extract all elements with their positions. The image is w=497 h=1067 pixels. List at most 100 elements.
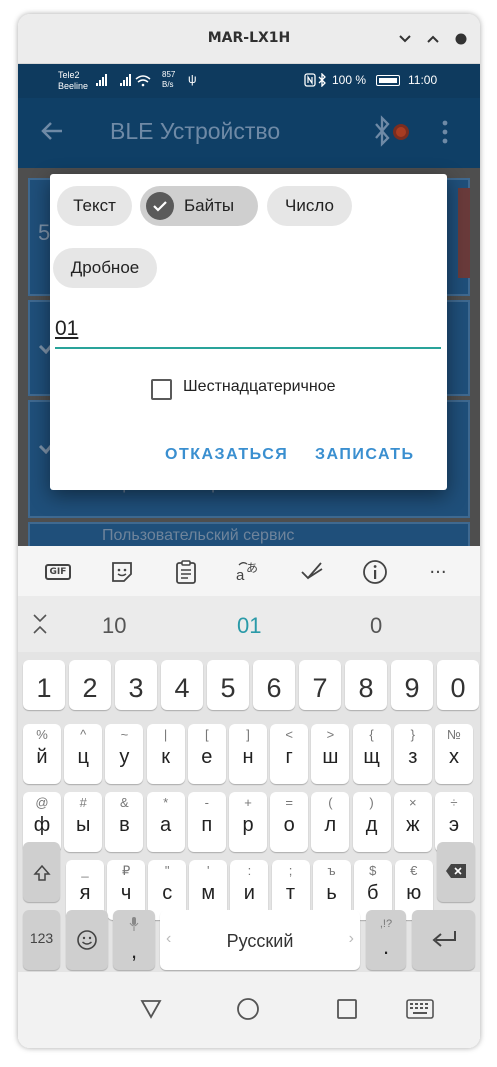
key-7[interactable]: 7 — [299, 660, 341, 710]
write-dialog: Текст Байты Число Дробное 01 Шестнадцате… — [50, 174, 447, 490]
space-key[interactable]: ‹ Русский › — [160, 910, 360, 970]
key-area: 1234567890 % й ^ ц ~ у | к[е] н < г > ш{щ} з № х @ ф # ы & в… — [18, 652, 480, 972]
chip-number[interactable]: Число — [267, 186, 352, 226]
suggestion-2[interactable]: 01 — [237, 613, 261, 639]
enter-key[interactable] — [412, 910, 475, 970]
key-д[interactable]: ) д — [352, 792, 391, 852]
back-nav-icon[interactable] — [136, 994, 166, 1024]
emoji-key[interactable] — [66, 910, 108, 970]
key-ц[interactable]: ^ ц — [64, 724, 103, 784]
key-label: 3 — [128, 673, 144, 703]
bluetooth-status-icon[interactable] — [370, 114, 416, 154]
shift-key[interactable] — [23, 842, 60, 902]
gif-icon[interactable]: GIF — [44, 558, 72, 586]
chevron-down-icon[interactable] — [394, 28, 416, 50]
window-titlebar: MAR-LX1H — [18, 14, 480, 64]
key-к[interactable]: | к — [146, 724, 185, 784]
key-label: 9 — [404, 673, 420, 703]
collapse-icon[interactable] — [32, 613, 48, 639]
comma-key[interactable]: , — [113, 910, 155, 970]
key-secondary-label: { — [369, 727, 374, 742]
key-г[interactable]: < г — [270, 724, 309, 784]
clock: 11:00 — [408, 73, 438, 87]
clipboard-icon[interactable] — [172, 558, 200, 586]
key-secondary-label: [ — [204, 727, 209, 742]
key-6[interactable]: 6 — [253, 660, 295, 710]
key-4[interactable]: 4 — [161, 660, 203, 710]
key-secondary-label: ÷ — [450, 795, 458, 810]
key-2[interactable]: 2 — [69, 660, 111, 710]
signal-icon — [96, 73, 154, 92]
backspace-key[interactable] — [437, 842, 475, 902]
key-0[interactable]: 0 — [437, 660, 479, 710]
key-secondary-label: × — [409, 795, 417, 810]
key-н[interactable]: ] н — [229, 724, 267, 784]
usb-icon: ψ — [188, 72, 197, 86]
key-п[interactable]: -п — [187, 792, 226, 852]
chip-bytes[interactable]: Байты — [140, 186, 258, 226]
chip-fraction[interactable]: Дробное — [53, 248, 157, 288]
suggestion-1[interactable]: 10 — [102, 613, 126, 639]
sticker-icon[interactable] — [108, 558, 136, 586]
key-о[interactable]: = о — [270, 792, 309, 852]
carrier-2: Beeline — [58, 81, 89, 91]
key-9[interactable]: 9 — [391, 660, 433, 710]
key-х[interactable]: № х — [435, 724, 473, 784]
translate-icon[interactable]: aあ — [234, 558, 262, 586]
key-з[interactable]: } з — [393, 724, 432, 784]
overflow-menu-icon[interactable] — [442, 120, 448, 148]
value-input[interactable]: 01 — [55, 313, 441, 349]
back-arrow-icon[interactable] — [40, 120, 64, 146]
key-label: 2 — [82, 673, 98, 703]
key-ш[interactable]: > ш — [311, 724, 350, 784]
more-icon[interactable]: ··· — [424, 558, 452, 586]
key-е[interactable]: [е — [187, 724, 226, 784]
card-value: 5 — [38, 220, 51, 245]
key-label: р — [242, 814, 254, 836]
key-secondary-label: ( — [328, 795, 333, 810]
key-а[interactable]: * а — [146, 792, 185, 852]
key-label: 4 — [174, 673, 190, 703]
key-8[interactable]: 8 — [345, 660, 387, 710]
key-й[interactable]: % й — [23, 724, 61, 784]
key-р[interactable]: + р — [229, 792, 267, 852]
key-у[interactable]: ~ у — [105, 724, 144, 784]
key-щ[interactable]: {щ — [352, 724, 391, 784]
write-button[interactable]: ЗАПИСАТЬ — [315, 446, 415, 464]
device-window: MAR-LX1H Tele2 Beeline 857 B/s ψ 100 % 1… — [18, 14, 480, 1048]
key-secondary-label: + — [244, 795, 252, 810]
hex-checkbox[interactable] — [151, 379, 172, 400]
recents-nav-icon[interactable] — [332, 994, 362, 1024]
period-key[interactable]: ,!? . — [366, 910, 406, 970]
key-label: м — [201, 882, 216, 904]
close-window-icon[interactable] — [450, 28, 472, 50]
key-secondary-label: # — [79, 795, 87, 810]
keyboard-switch-icon[interactable] — [405, 994, 435, 1024]
key-1[interactable]: 1 — [23, 660, 65, 710]
key-label: и — [243, 882, 255, 904]
key-ы[interactable]: # ы — [64, 792, 103, 852]
key-3[interactable]: 3 — [115, 660, 157, 710]
handwriting-icon[interactable] — [298, 558, 326, 586]
key-ж[interactable]: × ж — [393, 792, 432, 852]
key-label: я — [79, 882, 91, 904]
info-icon[interactable] — [361, 558, 389, 586]
key-label: 0 — [450, 673, 466, 703]
chip-text[interactable]: Текст — [57, 186, 132, 226]
cancel-button[interactable]: ОТКАЗАТЬСЯ — [165, 446, 288, 464]
suggestion-3[interactable]: 0 — [370, 613, 382, 639]
key-secondary-label: } — [410, 727, 415, 742]
home-nav-icon[interactable] — [233, 994, 263, 1024]
key-secondary-label: № — [447, 727, 461, 742]
key-label: 6 — [266, 673, 282, 703]
key-label: б — [366, 882, 379, 904]
key-в[interactable]: & в — [105, 792, 144, 852]
key-л[interactable]: (л — [311, 792, 350, 852]
keyboard: GIF aあ ··· 10 01 0 1 2 3 4 5 6 7 8 9 0 %… — [18, 546, 480, 1048]
chevron-up-icon[interactable] — [422, 28, 444, 50]
key-secondary-label: _ — [81, 863, 89, 878]
key-secondary-label: ' — [207, 863, 210, 878]
key-label: е — [201, 746, 213, 768]
numbers-key[interactable]: 123 — [23, 910, 60, 970]
key-5[interactable]: 5 — [207, 660, 249, 710]
